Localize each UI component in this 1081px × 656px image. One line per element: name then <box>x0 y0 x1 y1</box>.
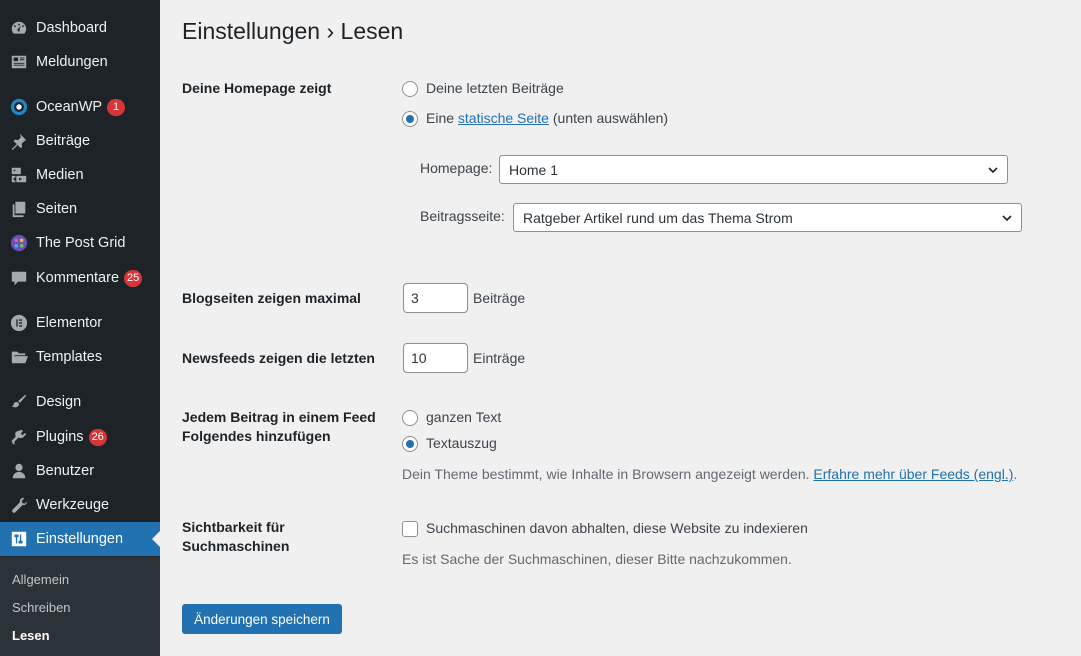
radio-excerpt-label[interactable]: Textauszug <box>426 435 497 451</box>
postspage-select[interactable]: Ratgeber Artikel rund um das Thema Strom <box>513 203 1022 232</box>
sidebar-item-label: Benutzer <box>36 463 95 479</box>
sidebar-item-design[interactable]: Design <box>0 385 160 419</box>
feed-content-label-line2: Folgendes hinzufügen <box>182 428 331 444</box>
blog-pages-label: Blogseiten zeigen maximal <box>182 290 361 306</box>
radio-static-page-label[interactable]: Eine statische Seite (unten auswählen) <box>426 110 668 126</box>
media-icon <box>9 165 29 185</box>
news-icon <box>9 52 29 72</box>
feed-content-label-line1: Jedem Beitrag in einem Feed <box>182 409 376 425</box>
sidebar-item-label: Dashboard <box>36 20 107 36</box>
sidebar-item-label: Einstellungen <box>36 531 124 547</box>
settings-icon <box>9 529 29 549</box>
sidebar-item-label: Templates <box>36 349 103 365</box>
sidebar-item-label: Design <box>36 394 82 410</box>
homepage-label: Deine Homepage zeigt <box>182 80 332 96</box>
radio-full-text-label[interactable]: ganzen Text <box>426 409 501 425</box>
sidebar-item-medien[interactable]: Medien <box>0 158 160 192</box>
user-icon <box>9 461 29 481</box>
postspage-select-label: Beitragsseite: <box>420 208 505 224</box>
sidebar-item-label: Meldungen <box>36 54 108 70</box>
feeds-learn-more-link[interactable]: Erfahre mehr über Feeds (engl.) <box>813 466 1013 482</box>
dashboard-icon <box>9 18 29 38</box>
blog-pages-input[interactable] <box>403 283 468 313</box>
sidebar-item-label: Beiträge <box>36 133 91 149</box>
newsfeeds-input[interactable] <box>403 343 468 373</box>
submenu-item-allgemein[interactable]: Allgemein <box>12 572 69 587</box>
sidebar-item-templates[interactable]: Templates <box>0 340 160 374</box>
settings-submenu: Allgemein Schreiben Lesen <box>0 557 160 656</box>
sidebar-item-plugins[interactable]: Plugins 26 <box>0 420 160 454</box>
sidebar-item-benutzer[interactable]: Benutzer <box>0 454 160 488</box>
sidebar-item-seiten[interactable]: Seiten <box>0 192 160 226</box>
feed-content-label: Jedem Beitrag in einem Feed Folgendes hi… <box>182 408 376 446</box>
submenu-item-schreiben[interactable]: Schreiben <box>12 600 71 615</box>
chevron-down-icon <box>1002 215 1012 222</box>
radio-full-text[interactable] <box>402 410 418 426</box>
notification-badge: 26 <box>88 428 107 446</box>
sidebar-item-label: Elementor <box>36 315 103 331</box>
sidebar-item-einstellungen[interactable]: Einstellungen <box>0 522 160 556</box>
homepage-select[interactable]: Home 1 <box>499 155 1008 184</box>
oceanwp-icon <box>9 97 29 117</box>
search-visibility-label-line1: Sichtbarkeit für <box>182 519 285 535</box>
sidebar-item-label: OceanWP <box>36 99 103 115</box>
feed-description-text: Dein Theme bestimmt, wie Inhalte in Brow… <box>402 466 810 482</box>
brush-icon <box>9 392 29 412</box>
sidebar-item-dashboard[interactable]: Dashboard <box>0 11 160 45</box>
main-content: Einstellungen › Lesen Deine Homepage zei… <box>160 0 1081 656</box>
comment-icon <box>9 268 29 288</box>
radio-latest-posts-label[interactable]: Deine letzten Beiträge <box>426 80 564 96</box>
postspage-select-value: Ratgeber Artikel rund um das Thema Strom <box>523 209 793 226</box>
sidebar-item-label: Medien <box>36 167 84 183</box>
sidebar-item-oceanwp[interactable]: OceanWP 1 <box>0 90 160 124</box>
pin-icon <box>9 131 29 151</box>
discourage-search-label[interactable]: Suchmaschinen davon abhalten, diese Webs… <box>426 520 808 536</box>
sidebar-item-kommentare[interactable]: Kommentare 25 <box>0 261 160 295</box>
search-visibility-description: Es ist Sache der Suchmaschinen, dieser B… <box>402 551 792 567</box>
folder-icon <box>9 347 29 367</box>
post-grid-icon <box>9 233 29 253</box>
notification-badge: 1 <box>107 98 126 116</box>
static-suffix: (unten auswählen) <box>552 110 669 126</box>
search-visibility-label: Sichtbarkeit für Suchmaschinen <box>182 518 289 556</box>
sidebar-item-label: Plugins <box>36 429 84 445</box>
page-title: Einstellungen › Lesen <box>182 18 404 44</box>
notification-badge: 25 <box>124 269 143 287</box>
discourage-search-checkbox[interactable] <box>402 521 418 537</box>
search-visibility-label-line2: Suchmaschinen <box>182 538 290 554</box>
radio-latest-posts[interactable] <box>402 81 418 97</box>
feed-description: Dein Theme bestimmt, wie Inhalte in Brow… <box>402 466 1017 482</box>
wrench-icon <box>9 495 29 515</box>
radio-static-page[interactable] <box>402 111 418 127</box>
chevron-down-icon <box>988 167 998 174</box>
newsfeeds-label: Newsfeeds zeigen die letzten <box>182 350 375 366</box>
sidebar-item-elementor[interactable]: Elementor <box>0 306 160 340</box>
submenu-item-lesen[interactable]: Lesen <box>12 628 50 643</box>
feed-description-suffix: . <box>1013 466 1018 482</box>
sidebar-item-the-post-grid[interactable]: The Post Grid <box>0 226 160 260</box>
sidebar-item-label: Werkzeuge <box>36 497 110 513</box>
sidebar-item-label: The Post Grid <box>36 235 126 251</box>
sidebar-item-label: Seiten <box>36 201 78 217</box>
sidebar-item-meldungen[interactable]: Meldungen <box>0 45 160 79</box>
radio-excerpt[interactable] <box>402 436 418 452</box>
save-changes-button[interactable]: Änderungen speichern <box>182 604 342 634</box>
pages-icon <box>9 199 29 219</box>
blog-pages-unit: Beiträge <box>473 290 526 306</box>
static-page-link[interactable]: statische Seite <box>458 110 549 126</box>
newsfeeds-unit: Einträge <box>473 350 526 366</box>
homepage-select-label: Homepage: <box>420 160 493 176</box>
plugin-icon <box>9 427 29 447</box>
sidebar-item-beitraege[interactable]: Beiträge <box>0 124 160 158</box>
static-prefix: Eine <box>426 110 455 126</box>
elementor-icon <box>9 313 29 333</box>
sidebar-item-label: Kommentare <box>36 270 120 286</box>
admin-sidebar: Dashboard Meldungen OceanWP 1 Beiträge M… <box>0 0 160 656</box>
sidebar-item-werkzeuge[interactable]: Werkzeuge <box>0 488 160 522</box>
homepage-select-value: Home 1 <box>509 161 559 178</box>
